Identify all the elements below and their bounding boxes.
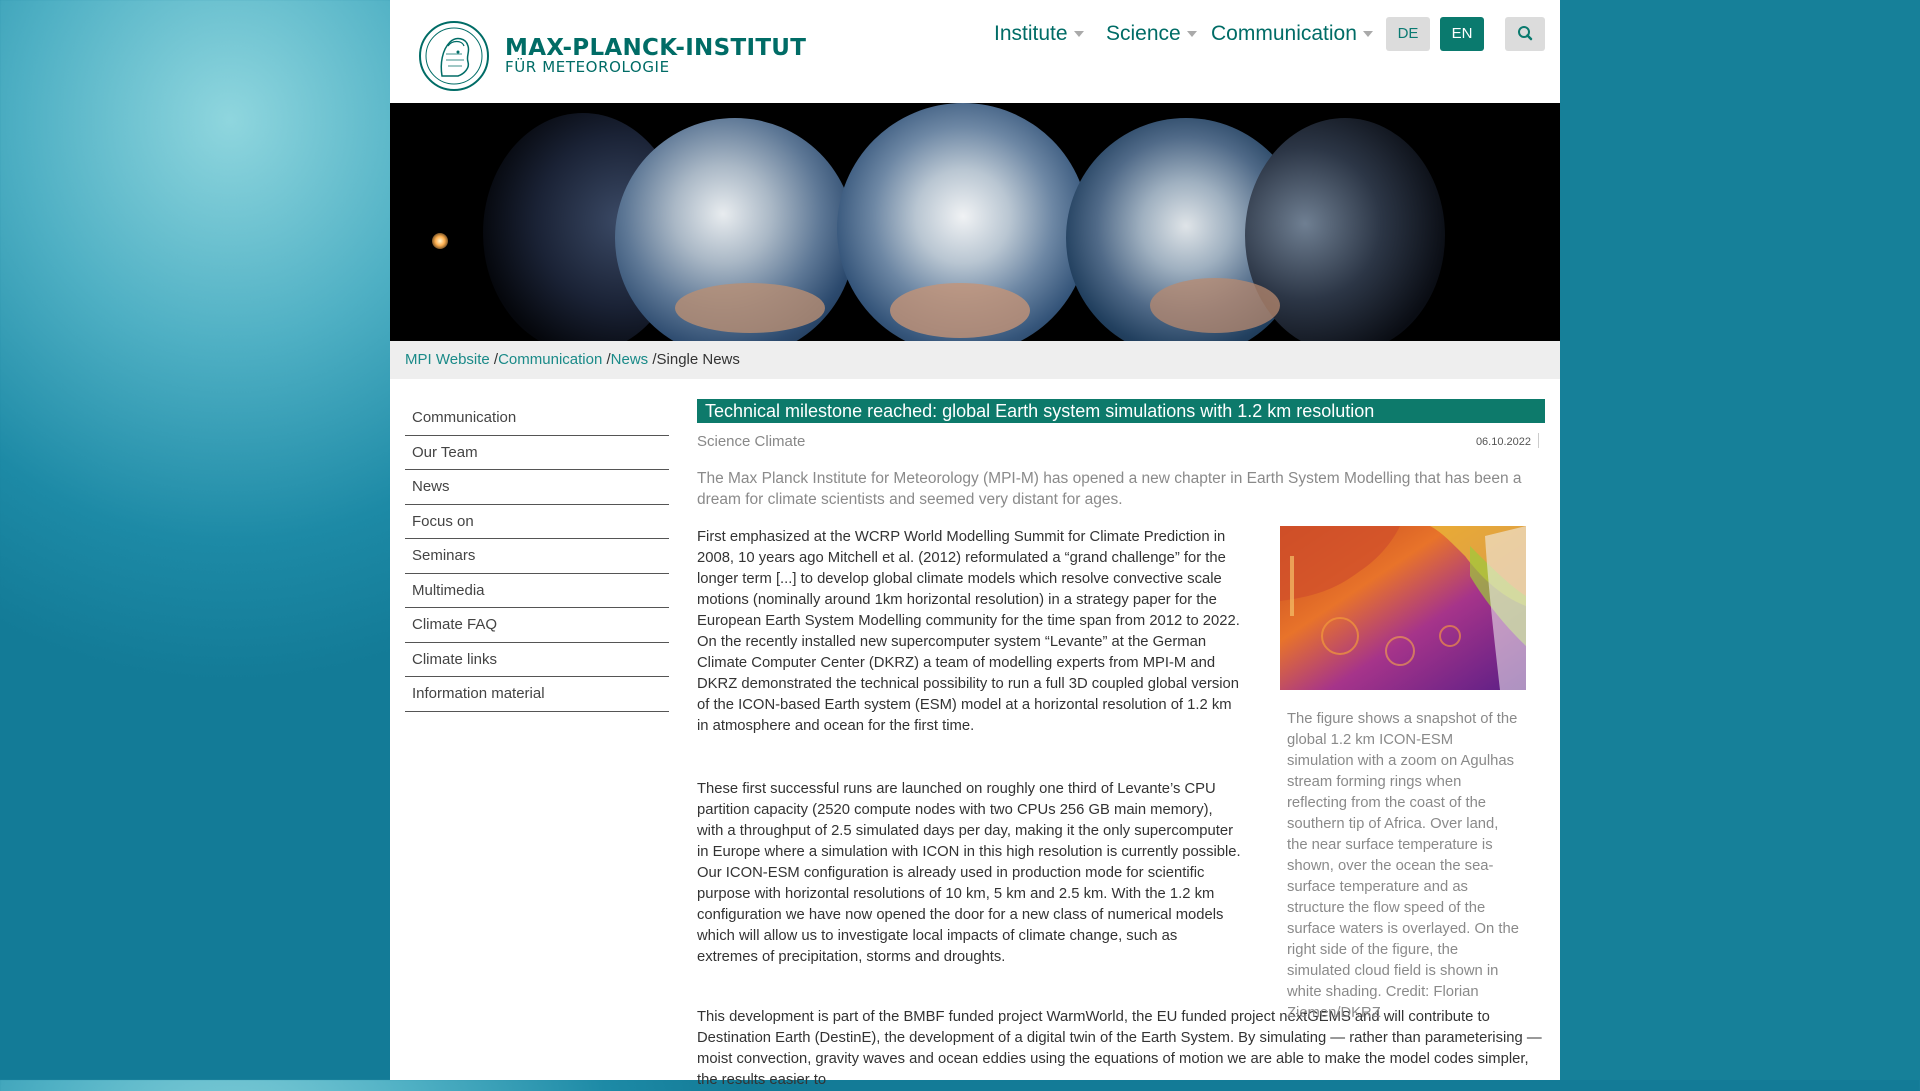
sidebar-nav: Communication Our Team News Focus on Sem…: [405, 402, 669, 713]
header-banner-image: [390, 103, 1560, 341]
breadcrumb-link-mpi-website[interactable]: MPI Website: [405, 351, 490, 368]
desert-landmass-center: [890, 283, 1030, 338]
sidebar-item-climate-faq[interactable]: Climate FAQ: [405, 609, 669, 643]
nav-communication-label: Communication: [1211, 22, 1357, 45]
background-right: [1560, 0, 1920, 1080]
lang-de-button[interactable]: DE: [1386, 17, 1430, 51]
sidebar-item-information-material[interactable]: Information material: [405, 678, 669, 712]
breadcrumb-link-news[interactable]: News: [611, 351, 649, 368]
figure-caption: The figure shows a snapshot of the globa…: [1287, 711, 1519, 1021]
search-button[interactable]: [1505, 17, 1545, 51]
chevron-down-icon: [1362, 31, 1373, 38]
nav-institute-label: Institute: [994, 22, 1068, 45]
nav-science-label: Science: [1106, 22, 1181, 45]
article-lead: The Max Planck Institute for Meteorology…: [697, 470, 1522, 508]
nav-communication[interactable]: Communication: [1211, 22, 1373, 46]
sidebar-item-focus-on[interactable]: Focus on: [405, 506, 669, 539]
article-paragraph: These first successful runs are launched…: [697, 781, 1241, 965]
nav-institute[interactable]: Institute: [994, 22, 1084, 46]
sidebar-item-communication[interactable]: Communication: [405, 402, 669, 436]
desert-landmass-left: [675, 283, 825, 333]
sidebar-item-climate-links[interactable]: Climate links: [405, 644, 669, 677]
chevron-down-icon: [1073, 31, 1084, 38]
nav-science[interactable]: Science: [1106, 22, 1197, 46]
sidebar-item-multimedia[interactable]: Multimedia: [405, 575, 669, 608]
site-header: MAX-PLANCK-INSTITUT FÜR METEOROLOGIE Ins…: [390, 0, 1560, 103]
breadcrumb-current: Single News: [656, 351, 740, 368]
sidebar-item-seminars[interactable]: Seminars: [405, 540, 669, 574]
sidebar-item-news[interactable]: News: [405, 471, 669, 505]
breadcrumb-separator: /: [602, 351, 611, 368]
simulation-figure-image[interactable]: [1280, 526, 1526, 690]
logo-subtitle[interactable]: FÜR METEOROLOGIE: [505, 58, 670, 76]
page-container: MAX-PLANCK-INSTITUT FÜR METEOROLOGIE Ins…: [390, 0, 1560, 1088]
article: Technical milestone reached: global Eart…: [697, 399, 1545, 1088]
breadcrumb-separator: /: [648, 351, 657, 368]
article-date: 06.10.2022: [1475, 436, 1531, 448]
divider: [1538, 433, 1539, 448]
sun-glow: [432, 233, 448, 249]
breadcrumb-separator: /: [489, 351, 499, 368]
lang-en-button[interactable]: EN: [1440, 17, 1484, 51]
desert-landmass-right: [1150, 278, 1280, 333]
search-icon: [1518, 26, 1533, 41]
breadcrumb: MPI Website /Communication /News /Single…: [390, 341, 1560, 379]
sidebar-item-our-team[interactable]: Our Team: [405, 437, 669, 470]
breadcrumb-link-communication[interactable]: Communication: [498, 351, 602, 368]
chevron-down-icon: [1186, 31, 1197, 38]
minerva-logo-icon[interactable]: [418, 20, 490, 92]
article-paragraph: First emphasized at the WCRP World Model…: [697, 529, 1240, 734]
article-title: Technical milestone reached: global Eart…: [697, 399, 1545, 423]
article-meta: Science Climate 06.10.2022: [697, 433, 1545, 463]
article-categories[interactable]: Science Climate: [697, 433, 805, 450]
